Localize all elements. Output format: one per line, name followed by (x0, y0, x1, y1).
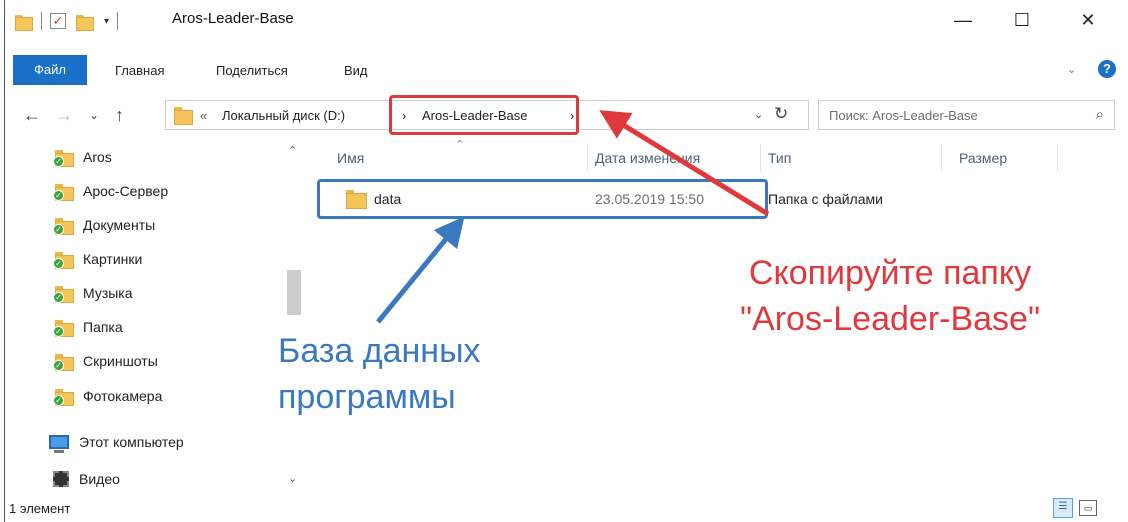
sync-badge-icon: ✓ (53, 258, 64, 269)
sidebar-item-label: Скриншоты (83, 353, 158, 369)
folder-icon: ✓ (53, 148, 75, 167)
data-folder-highlight (317, 179, 768, 219)
quick-access-toolbar: ✓ ▾ (15, 12, 126, 31)
recent-locations-button[interactable]: ⌄ (89, 108, 99, 122)
search-icon[interactable]: ⌕ (1096, 106, 1104, 123)
sync-badge-icon: ✓ (53, 190, 64, 201)
file-list-header: ⌃ Имя Дата изменения Тип Размер (305, 139, 1128, 176)
status-bar: 1 элемент ☰ ▭ (5, 498, 1128, 522)
column-type[interactable]: Тип (768, 150, 791, 166)
folder-icon: ✓ (53, 352, 75, 371)
sync-badge-icon: ✓ (53, 360, 64, 371)
details-view-icon[interactable]: ☰ (1053, 498, 1073, 518)
sync-badge-icon: ✓ (53, 224, 64, 235)
toolbar-divider (41, 12, 42, 30)
ribbon-tabs: Файл Главная Поделиться Вид ⌄ ? (5, 55, 1128, 85)
video-icon (53, 471, 69, 487)
large-icons-view-icon[interactable]: ▭ (1079, 500, 1097, 516)
breadcrumb-highlight (389, 95, 579, 135)
tab-home[interactable]: Главная (115, 63, 164, 78)
maximize-button[interactable]: ☐ (1002, 6, 1042, 34)
back-button[interactable]: ← (23, 105, 41, 126)
annotation-line: "Aros-Leader-Base" (739, 300, 1041, 338)
sidebar-item-pictures[interactable]: ✓ Картинки (53, 247, 142, 271)
window-title: Aros-Leader-Base (172, 10, 294, 27)
annotation-line: программы (278, 378, 456, 416)
properties-icon[interactable]: ✓ (50, 13, 66, 29)
sidebar-item-aros[interactable]: ✓ Aros (53, 145, 112, 169)
sync-badge-icon: ✓ (53, 326, 64, 337)
navigation-pane: ✓ Aros ✓ Арос-Сервер ✓ Документы ✓ Карти… (5, 140, 305, 495)
folder-icon: ✓ (53, 318, 75, 337)
sidebar-item-label: Арос-Сервер (83, 183, 169, 199)
expand-ribbon-icon[interactable]: ⌄ (1067, 63, 1076, 76)
sync-badge-icon: ✓ (53, 156, 64, 167)
column-divider[interactable] (760, 144, 761, 172)
close-button[interactable]: ✕ (1068, 6, 1108, 34)
column-divider[interactable] (1057, 144, 1058, 172)
folder-icon: ✓ (53, 182, 75, 201)
sidebar-item-label: Видео (79, 471, 120, 487)
breadcrumb-drive[interactable]: Локальный диск (D:) (222, 108, 345, 123)
sidebar-item-this-pc[interactable]: Этот компьютер (49, 430, 184, 454)
sync-badge-icon: ✓ (53, 395, 64, 406)
folder-icon: ✓ (53, 216, 75, 235)
annotation-line: База данных (278, 332, 481, 370)
sidebar-item-camera[interactable]: ✓ Фотокамера (53, 384, 162, 408)
minimize-button[interactable]: — (943, 6, 983, 34)
sidebar-item-label: Фотокамера (83, 388, 163, 404)
sidebar-item-aros-server[interactable]: ✓ Арос-Сервер (53, 179, 168, 203)
help-icon[interactable]: ? (1098, 60, 1116, 78)
database-annotation: База данных программы (278, 328, 481, 420)
sidebar-item-label: Документы (83, 217, 156, 233)
scroll-up-icon[interactable]: ⌃ (288, 144, 297, 157)
folder-icon: ✓ (53, 284, 75, 303)
folder-icon: ✓ (53, 250, 75, 269)
refresh-icon[interactable]: ↻ (774, 104, 788, 124)
scroll-thumb[interactable] (287, 270, 301, 315)
search-input[interactable]: Поиск: Aros-Leader-Base ⌕ (818, 100, 1115, 130)
search-placeholder: Поиск: Aros-Leader-Base (829, 108, 978, 123)
navigation-pane-scrollbar[interactable]: ⌃ ⌄ (285, 140, 302, 495)
sidebar-item-label: Картинки (83, 251, 143, 267)
sort-ascending-icon: ⌃ (455, 139, 465, 151)
computer-icon (49, 435, 69, 453)
breadcrumb-overflow[interactable]: « (200, 108, 207, 123)
annotation-line: Скопируйте папку (748, 254, 1032, 292)
scroll-down-icon[interactable]: ⌄ (288, 472, 297, 485)
new-folder-icon[interactable] (76, 13, 94, 31)
sidebar-item-label: Музыка (83, 285, 133, 301)
sidebar-item-music[interactable]: ✓ Музыка (53, 281, 133, 305)
folder-icon (15, 13, 33, 31)
customize-toolbar-dropdown[interactable]: ▾ (104, 16, 109, 27)
sidebar-item-label: Aros (83, 149, 112, 165)
copy-folder-annotation: Скопируйте папку "Aros-Leader-Base" (700, 250, 1080, 342)
tab-share[interactable]: Поделиться (216, 63, 288, 78)
column-date-modified[interactable]: Дата изменения (595, 150, 700, 166)
sidebar-item-video[interactable]: Видео (53, 467, 120, 491)
address-dropdown-icon[interactable]: ⌄ (754, 108, 763, 121)
up-button[interactable]: ↑ (115, 105, 124, 126)
item-count: 1 элемент (9, 501, 71, 516)
column-divider[interactable] (587, 144, 588, 172)
title-bar: ✓ ▾ Aros-Leader-Base — ☐ ✕ (5, 0, 1128, 40)
toolbar-divider (117, 12, 119, 30)
forward-button[interactable]: → (55, 105, 73, 126)
sidebar-item-label: Папка (83, 319, 123, 335)
file-type: Папка с файлами (768, 191, 883, 207)
sidebar-item-folder[interactable]: ✓ Папка (53, 315, 123, 339)
folder-icon: ✓ (53, 387, 75, 406)
column-name[interactable]: Имя (337, 150, 364, 166)
sidebar-item-screenshots[interactable]: ✓ Скриншоты (53, 349, 158, 373)
sidebar-item-label: Этот компьютер (79, 434, 184, 450)
sync-badge-icon: ✓ (53, 292, 64, 303)
sidebar-item-documents[interactable]: ✓ Документы (53, 213, 155, 237)
tab-view[interactable]: Вид (344, 63, 368, 78)
column-size[interactable]: Размер (959, 150, 1007, 166)
column-divider[interactable] (941, 144, 942, 172)
folder-icon (174, 107, 193, 125)
tab-file[interactable]: Файл (13, 55, 87, 85)
